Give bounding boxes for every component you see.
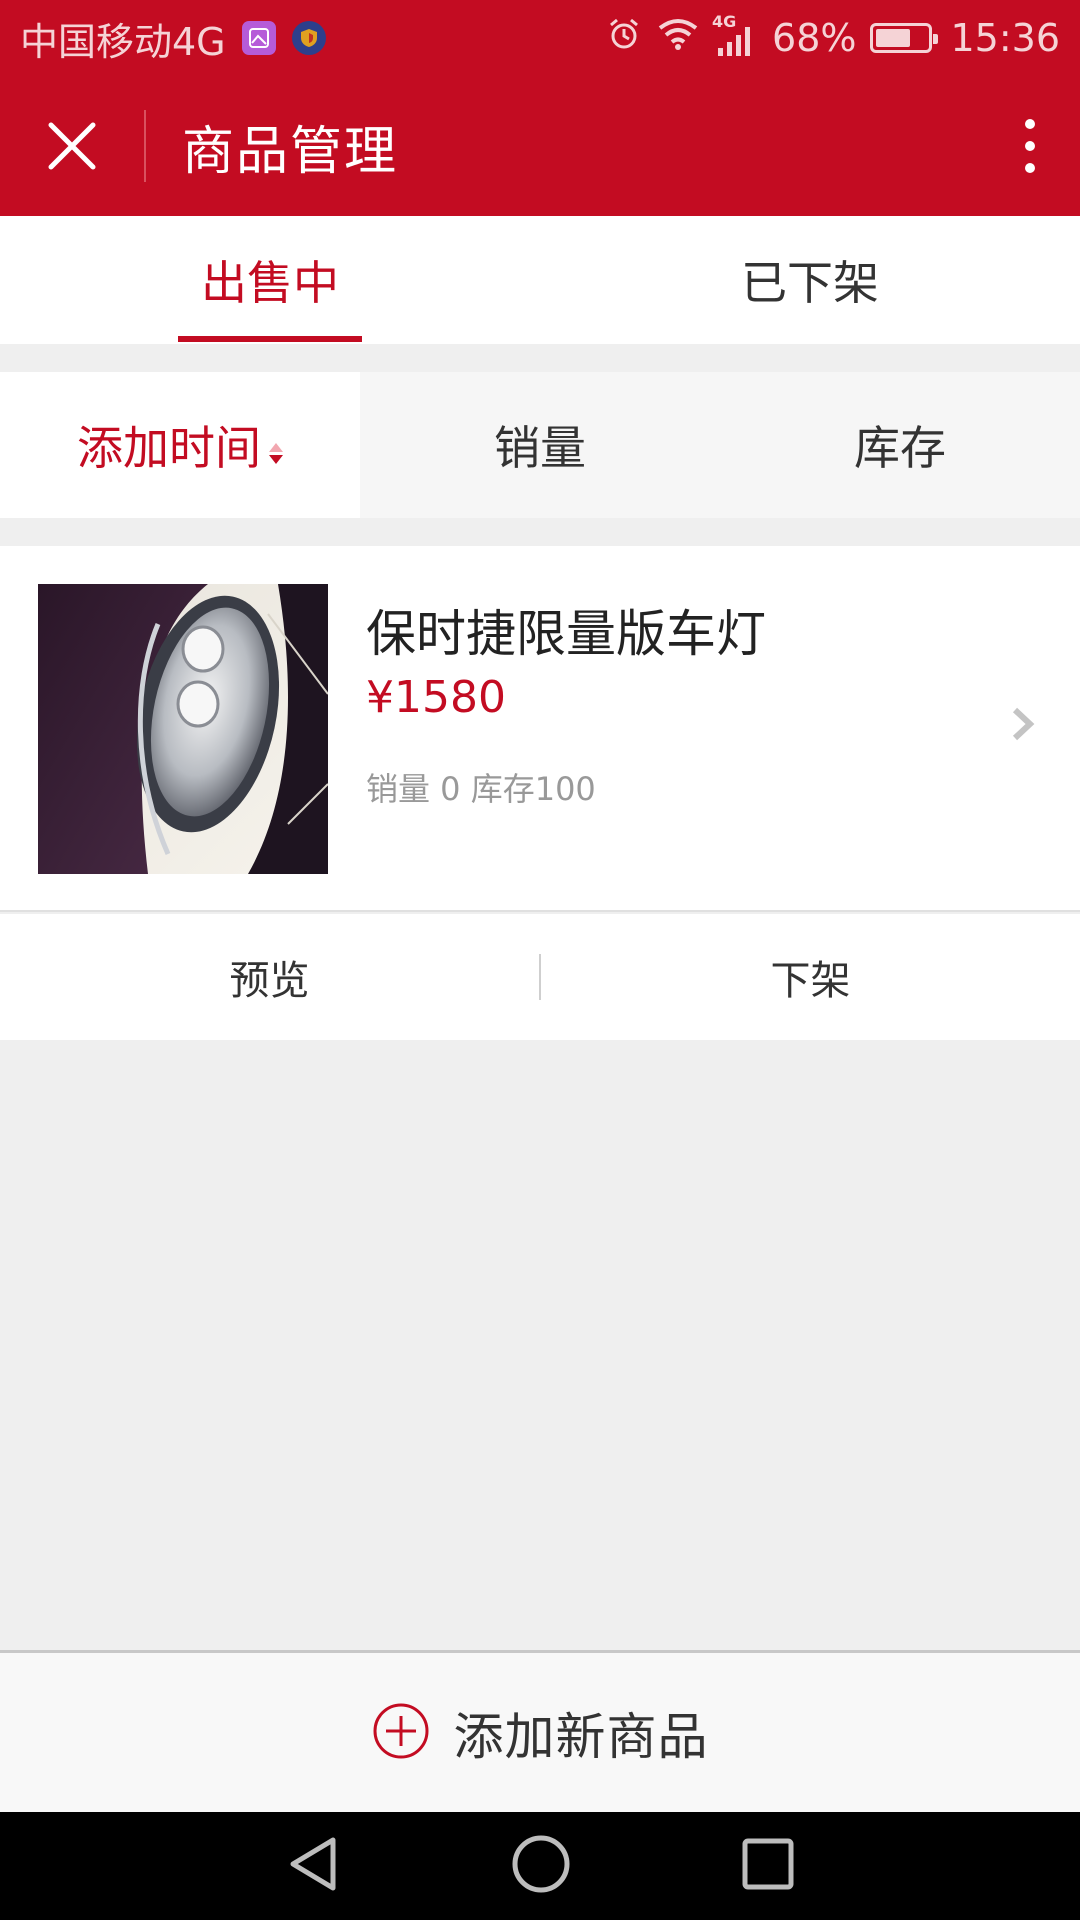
more-options-button[interactable]	[980, 76, 1080, 216]
alarm-icon	[606, 16, 642, 61]
product-stats: 销量 0 库存100	[366, 770, 596, 808]
sort-arrows-icon	[269, 442, 283, 464]
shield-icon	[291, 21, 326, 55]
recents-icon[interactable]	[741, 1837, 795, 1895]
preview-button[interactable]: 预览	[0, 948, 539, 1006]
product-price: ¥1580	[366, 672, 506, 723]
product-name: 保时捷限量版车灯	[366, 605, 766, 663]
delist-button[interactable]: 下架	[541, 948, 1080, 1006]
product-image	[38, 584, 328, 874]
status-bar: 中国移动4G 4G 68% 15:36	[0, 0, 1080, 76]
sort-by-sales[interactable]: 销量	[360, 372, 720, 518]
title-divider	[144, 110, 146, 182]
sort-bar: 添加时间 销量 库存	[0, 372, 1080, 518]
system-nav-bar	[0, 1812, 1080, 1920]
app-root: 中国移动4G 4G 68% 15:36 商品管理 出售中 已下架 添加时间 销量…	[0, 0, 1080, 1920]
title-bar: 商品管理	[0, 76, 1080, 216]
gallery-icon	[241, 21, 276, 55]
tab-delisted[interactable]: 已下架	[540, 216, 1080, 344]
sort-label: 添加时间	[77, 421, 261, 475]
page-title: 商品管理	[182, 121, 399, 182]
plus-circle-icon	[372, 1702, 430, 1764]
chevron-right-icon	[1010, 706, 1036, 746]
cellular-signal-icon: 4G	[712, 12, 758, 58]
home-icon[interactable]	[511, 1834, 571, 1898]
carrier-name: 中国移动4G	[20, 19, 226, 64]
back-icon[interactable]	[285, 1834, 341, 1898]
sort-by-stock[interactable]: 库存	[720, 372, 1080, 518]
add-product-label: 添加新商品	[453, 1707, 709, 1766]
wifi-icon	[656, 16, 700, 61]
close-icon	[48, 122, 96, 170]
clock: 15:36	[950, 16, 1060, 60]
close-button[interactable]	[0, 76, 144, 216]
tab-bar: 出售中 已下架	[0, 216, 1080, 344]
battery-percent: 68%	[772, 16, 857, 60]
add-product-button[interactable]: 添加新商品	[0, 1650, 1080, 1812]
product-action-row: 预览 下架	[0, 914, 1080, 1040]
product-card[interactable]: 保时捷限量版车灯 ¥1580 销量 0 库存100	[0, 546, 1080, 912]
tab-on-sale[interactable]: 出售中	[0, 216, 540, 344]
status-indicators: 4G 68% 15:36	[606, 12, 1060, 61]
more-vertical-icon	[1025, 119, 1035, 129]
battery-icon	[870, 23, 939, 53]
network-type: 4G	[712, 12, 737, 31]
sort-by-added-time[interactable]: 添加时间	[0, 372, 360, 518]
